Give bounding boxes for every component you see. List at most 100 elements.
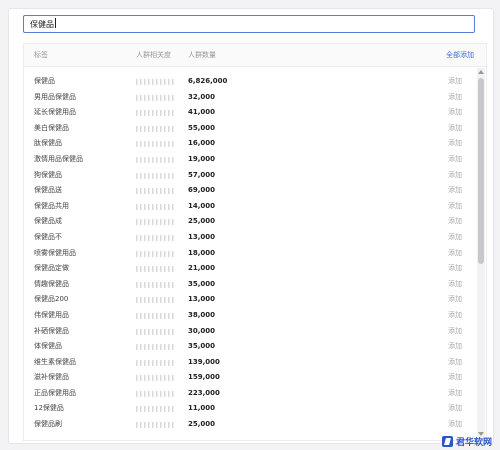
row-label: 激情用品保健品 [34, 154, 83, 163]
row-count: 14,000 [188, 201, 216, 210]
relevance-bar [136, 219, 176, 226]
table-row: 保健品共用 14,000 添加 [24, 199, 476, 215]
watermark-logo-icon [441, 435, 453, 447]
search-input[interactable]: 保健品 [23, 15, 475, 33]
table-row: 保健品刷 25,000 添加 [24, 417, 476, 433]
row-label: 喷雾保健用品 [34, 248, 76, 257]
row-label: 伟保健用品 [34, 310, 69, 319]
relevance-bar [136, 375, 176, 382]
row-count: 41,000 [188, 108, 216, 117]
relevance-bar [136, 281, 176, 288]
table-row: 肽保健品 16,000 添加 [24, 136, 476, 152]
add-button[interactable]: 添加 [448, 214, 462, 230]
add-button[interactable]: 添加 [448, 261, 462, 277]
add-button[interactable]: 添加 [448, 339, 462, 355]
relevance-bar [136, 344, 176, 351]
row-count: 55,000 [188, 123, 216, 132]
keyword-table: 标签 人群相关度 人群数量 全部添加 保健品 6,826,000 添加 男用品保健品 3… [23, 43, 487, 441]
add-button[interactable]: 添加 [448, 168, 462, 184]
row-label: 正品保健用品 [34, 388, 76, 397]
table-row: 男用品保健品 32,000 添加 [24, 90, 476, 106]
relevance-bar [136, 172, 176, 179]
row-count: 35,000 [188, 279, 216, 288]
row-count: 38,000 [188, 310, 216, 319]
row-label: 肽保健品 [34, 139, 62, 148]
table-row: 激情用品保健品 19,000 添加 [24, 152, 476, 168]
add-button[interactable]: 添加 [448, 246, 462, 262]
table-row: 保健品不 13,000 添加 [24, 230, 476, 246]
add-button[interactable]: 添加 [448, 183, 462, 199]
row-label: 狗保健品 [34, 170, 62, 179]
add-button[interactable]: 添加 [448, 136, 462, 152]
row-count: 139,000 [188, 357, 220, 366]
scrollbar[interactable] [477, 68, 485, 438]
row-count: 16,000 [188, 139, 216, 148]
relevance-bar [136, 79, 176, 85]
row-label: 保健品定做 [34, 264, 69, 273]
table-row: 维生素保健品 139,000 添加 [24, 355, 476, 371]
watermark-text: 君华软网 [455, 437, 492, 448]
scrollbar-thumb[interactable] [478, 78, 484, 264]
row-label: 情趣保健品 [34, 279, 69, 288]
relevance-bar [136, 110, 176, 117]
add-button[interactable]: 添加 [448, 308, 462, 324]
row-label: 保健品不 [34, 232, 62, 241]
relevance-bar [136, 266, 176, 273]
relevance-bar [136, 94, 176, 101]
table-row: 狗保健品 57,000 添加 [24, 168, 476, 184]
add-button[interactable]: 添加 [448, 121, 462, 137]
text-cursor [55, 18, 56, 28]
row-count: 35,000 [188, 342, 216, 351]
table-row: 12保健品 11,000 添加 [24, 401, 476, 417]
add-button[interactable]: 添加 [448, 355, 462, 371]
row-count: 13,000 [188, 295, 216, 304]
table-row: 情趣保健品 35,000 添加 [24, 277, 476, 293]
relevance-bar [136, 156, 176, 163]
site-watermark: 君华软网 [441, 434, 492, 448]
add-button[interactable]: 添加 [448, 199, 462, 215]
scroll-up-arrow-icon[interactable] [478, 70, 484, 74]
relevance-bar [136, 250, 176, 257]
row-label: 保健品成 [34, 217, 62, 226]
table-header: 标签 人群相关度 人群数量 全部添加 [24, 44, 486, 67]
add-button[interactable]: 添加 [448, 401, 462, 417]
relevance-bar [136, 188, 176, 195]
add-button[interactable]: 添加 [448, 292, 462, 308]
row-count: 32,000 [188, 92, 216, 101]
row-count: 18,000 [188, 248, 216, 257]
add-button[interactable]: 添加 [448, 277, 462, 293]
row-label: 保健品200 [34, 295, 69, 304]
relevance-bar [136, 312, 176, 319]
add-button[interactable]: 添加 [448, 386, 462, 402]
table-row: 保健品定做 21,000 添加 [24, 261, 476, 277]
row-count: 19,000 [188, 154, 216, 163]
header-relevance: 人群相关度 [136, 51, 171, 59]
add-button[interactable]: 添加 [448, 105, 462, 121]
row-count: 6,826,000 [188, 77, 228, 85]
row-count: 21,000 [188, 264, 216, 273]
relevance-bar [136, 328, 176, 335]
relevance-bar [136, 390, 176, 397]
add-button[interactable]: 添加 [448, 324, 462, 340]
row-count: 159,000 [188, 373, 220, 382]
relevance-bar [136, 297, 176, 304]
add-button[interactable]: 添加 [448, 152, 462, 168]
add-all-button[interactable]: 全部添加 [446, 44, 474, 66]
row-count: 223,000 [188, 388, 220, 397]
row-label: 保健品共用 [34, 201, 69, 210]
row-label: 补硒保健品 [34, 326, 69, 335]
table-row: 保健品成 25,000 添加 [24, 214, 476, 230]
keyword-panel: 保健品 标签 人群相关度 人群数量 全部添加 保健品 6,826,000 添加 男用品… [8, 8, 494, 444]
add-button[interactable]: 添加 [448, 417, 462, 433]
table-row: 保健品 6,826,000 添加 [24, 74, 476, 90]
add-button[interactable]: 添加 [448, 90, 462, 106]
row-label: 维生素保健品 [34, 357, 76, 366]
add-button[interactable]: 添加 [448, 370, 462, 386]
row-label: 保健品刷 [34, 420, 62, 429]
add-button[interactable]: 添加 [448, 230, 462, 246]
table-row: 补硒保健品 30,000 添加 [24, 324, 476, 340]
add-button[interactable]: 添加 [448, 74, 462, 90]
table-row: 延长保健用品 41,000 添加 [24, 105, 476, 121]
row-count: 11,000 [188, 404, 216, 413]
table-row: 保健品200 13,000 添加 [24, 292, 476, 308]
